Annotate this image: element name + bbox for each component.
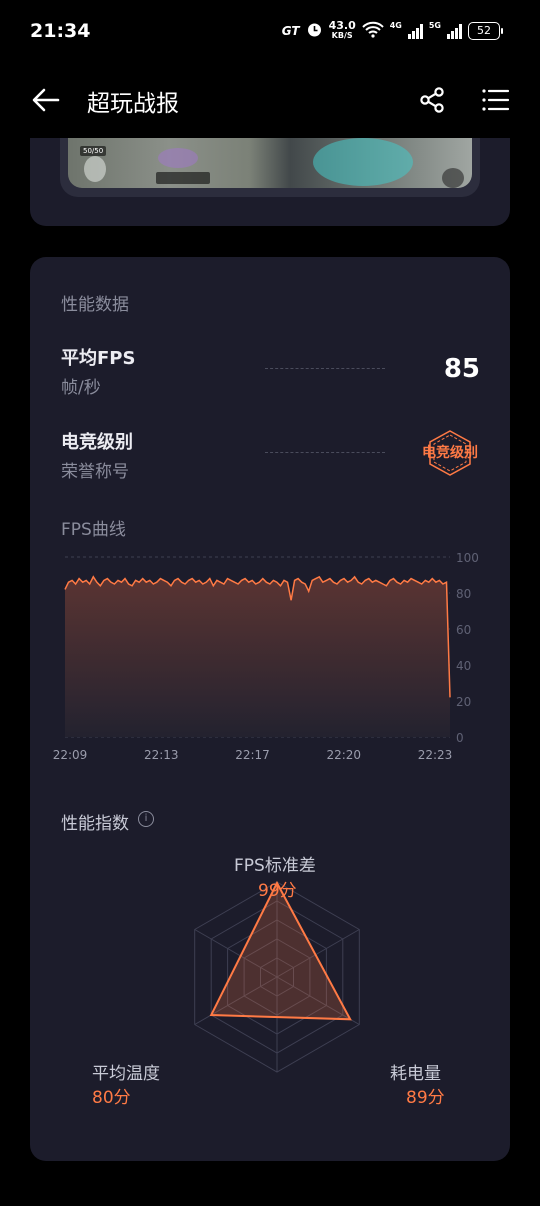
- network-4g-label: 4G: [389, 20, 402, 30]
- radar-score-temperature: 80分: [92, 1088, 131, 1108]
- avg-fps-value: 85: [443, 354, 480, 384]
- page-title: 超玩战报: [87, 91, 179, 117]
- y-tick-label: 60: [456, 623, 471, 637]
- radar-label-power: 耗电量: [390, 1064, 441, 1084]
- gt-mode-icon: GT: [281, 24, 300, 38]
- share-icon: [420, 87, 444, 113]
- status-bar: 21:34 GT 43.0 KB/S 4G 5G 52: [0, 0, 540, 62]
- y-tick-label: 100: [456, 551, 479, 565]
- esports-badge-text: 电竞级别: [422, 445, 478, 461]
- x-tick-label: 22:20: [326, 748, 361, 762]
- performance-index-title: 性能指数: [61, 814, 129, 834]
- alarm-icon: [306, 21, 323, 41]
- x-tick-label: 22:17: [235, 748, 270, 762]
- y-tick-label: 80: [456, 587, 471, 601]
- divider-dashed: [265, 452, 385, 453]
- wifi-icon: [362, 21, 384, 41]
- screenshot-frame: 50/50: [60, 138, 480, 197]
- esports-label: 电竞级别: [61, 432, 133, 453]
- radar-label-temperature: 平均温度: [92, 1064, 160, 1084]
- arrow-left-icon: [32, 88, 60, 112]
- player-silhouette-icon: [84, 156, 106, 182]
- x-tick-label: 22:09: [53, 748, 88, 762]
- status-icons: GT 43.0 KB/S 4G 5G 52: [281, 18, 503, 44]
- x-tick-label: 22:23: [418, 748, 453, 762]
- x-tick-label: 22:13: [144, 748, 179, 762]
- fps-curve-chart: 100 80 60 40 20 0 22:09 22:13 22:17 22:20 22:23: [53, 551, 479, 762]
- hud-score: 50/50: [80, 146, 107, 156]
- signal-4g-icon: [407, 23, 423, 39]
- net-speed: 43.0 KB/S: [328, 19, 356, 40]
- share-button[interactable]: [418, 86, 446, 114]
- effect-splash: [158, 148, 198, 168]
- radar-score-power: 89分: [406, 1088, 445, 1108]
- avg-fps-unit: 帧/秒: [61, 378, 101, 398]
- avg-fps-label: 平均FPS: [61, 348, 136, 369]
- radar-score-fps-std: 99分: [258, 881, 297, 901]
- game-screenshot-card: 50/50: [30, 138, 510, 226]
- menu-button[interactable]: [480, 86, 510, 114]
- network-5g-label: 5G: [428, 20, 441, 30]
- weapon-graphic: [313, 138, 413, 186]
- hud-health-bar: [156, 172, 210, 184]
- info-icon[interactable]: i: [138, 811, 154, 827]
- fps-area: [65, 576, 450, 737]
- status-time: 21:34: [30, 20, 91, 42]
- game-screenshot[interactable]: 50/50: [68, 138, 472, 188]
- esports-badge: 电竞级别: [418, 429, 482, 477]
- back-button[interactable]: [30, 86, 62, 114]
- y-tick-label: 40: [456, 659, 471, 673]
- signal-5g-icon: [447, 23, 462, 39]
- list-menu-icon: [482, 89, 510, 111]
- radar-label-fps-std: FPS标准差: [234, 856, 316, 876]
- esports-subtitle: 荣誉称号: [61, 462, 129, 482]
- app-bar: 超玩战报: [0, 62, 540, 138]
- battery-icon: 52: [468, 22, 503, 40]
- hud-control-icon: [442, 168, 464, 188]
- section-title: 性能数据: [61, 295, 129, 315]
- divider-dashed: [265, 368, 385, 369]
- performance-card: 性能数据 平均FPS 帧/秒 85 电竞级别 荣誉称号 电竞级别 FPS曲线 1…: [30, 257, 510, 1161]
- y-tick-label: 20: [456, 695, 471, 709]
- y-tick-label: 0: [456, 731, 464, 745]
